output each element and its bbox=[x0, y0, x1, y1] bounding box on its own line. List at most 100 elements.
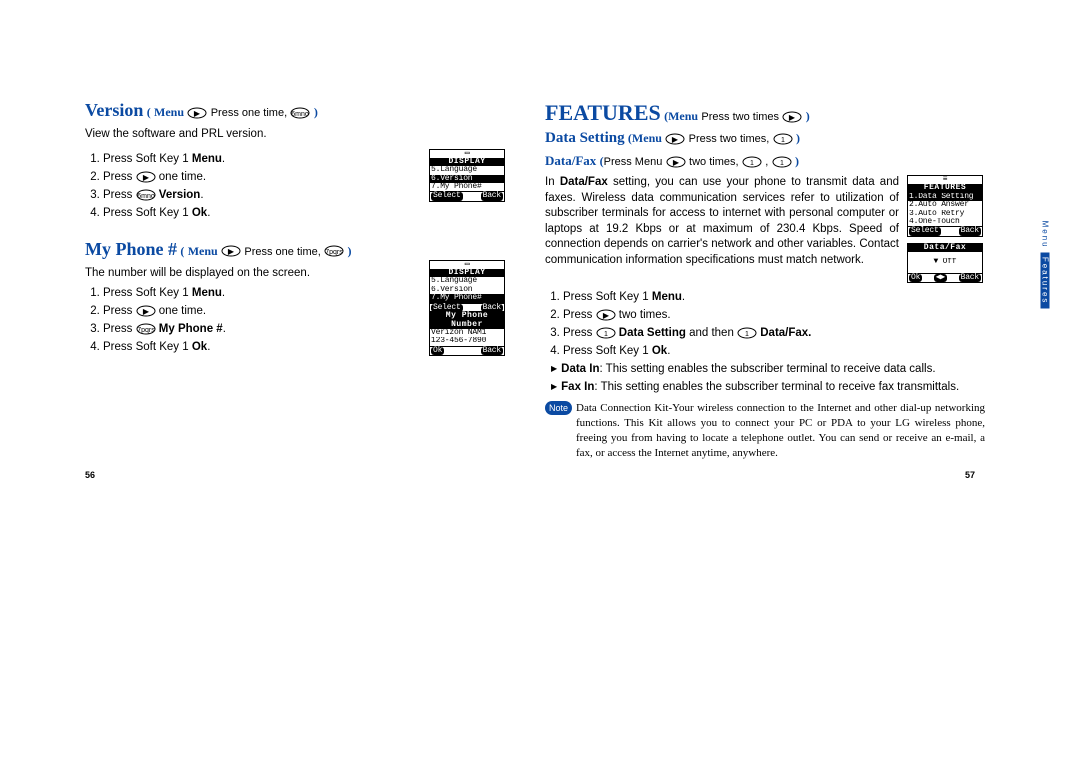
heading-features: FEATURES bbox=[545, 100, 661, 125]
step: Press Soft Key 1 Menu. bbox=[563, 291, 985, 303]
step: Press ▶ two times. bbox=[563, 309, 985, 321]
svg-text:▶: ▶ bbox=[603, 311, 610, 320]
nav-right-icon: ▶ bbox=[221, 245, 241, 257]
svg-text:▶: ▶ bbox=[673, 158, 680, 167]
features-heading-line: FEATURES (Menu Press two times ▶ ) bbox=[545, 100, 985, 126]
version-desc: View the software and PRL version. bbox=[85, 127, 505, 143]
screen-row: 2.Auto Answer bbox=[908, 201, 982, 209]
nav-right-icon: ▶ bbox=[666, 156, 686, 168]
nav-right-icon: ▶ bbox=[596, 309, 616, 321]
svg-text:1: 1 bbox=[781, 137, 785, 144]
svg-text:▶: ▶ bbox=[143, 173, 150, 182]
screen-row: 3.Auto Retry bbox=[908, 210, 982, 218]
softkey-left: Ok bbox=[909, 274, 922, 282]
svg-text:1: 1 bbox=[780, 160, 784, 167]
key-7-icon: 7pqrs bbox=[324, 245, 344, 257]
nav-menu-label: Menu bbox=[154, 105, 184, 119]
screen-version: ▭ DISPLAY 5.Language 6.Version 7.My Phon… bbox=[429, 149, 505, 202]
svg-text:1: 1 bbox=[745, 331, 749, 338]
svg-text:▶: ▶ bbox=[143, 307, 150, 316]
screen-row: 6.Version bbox=[430, 175, 504, 183]
softkey-right: Back bbox=[959, 227, 981, 235]
softkey-left: Select bbox=[431, 192, 463, 200]
svg-text:▶: ▶ bbox=[228, 247, 235, 256]
screen-value: ▼ Off bbox=[908, 258, 982, 266]
screen-row: 4.One-Touch bbox=[908, 218, 982, 226]
nav-right-icon: ▶ bbox=[782, 111, 802, 123]
key-7-icon: 7pqrs bbox=[136, 323, 156, 335]
svg-text:1: 1 bbox=[604, 331, 608, 338]
screen-row: 6.Version bbox=[430, 286, 504, 294]
screen-row: 1.Data Setting bbox=[908, 193, 982, 201]
screen-features: ≡ FEATURES 1.Data Setting 2.Auto Answer … bbox=[907, 175, 983, 237]
heading-datafax: Data/Fax bbox=[545, 153, 596, 168]
page-number: 56 bbox=[85, 470, 95, 480]
screen-row: Verizon NAM1 bbox=[430, 329, 504, 337]
key-1-icon: 1 bbox=[737, 327, 757, 339]
nav-right-icon: ▶ bbox=[187, 107, 207, 119]
softkey-right: Back bbox=[481, 347, 503, 355]
heading-version: Version bbox=[85, 100, 143, 120]
svg-text:7pqrs: 7pqrs bbox=[137, 327, 155, 334]
svg-text:7pqrs: 7pqrs bbox=[325, 249, 343, 256]
screen-title: DISPLAY bbox=[430, 158, 504, 166]
screen-title: DISPLAY bbox=[430, 269, 504, 277]
tab-pre: Menu bbox=[1041, 221, 1050, 249]
svg-text:▶: ▶ bbox=[789, 113, 796, 122]
key-1-icon: 1 bbox=[742, 156, 762, 168]
softkey-left: Ok bbox=[431, 347, 444, 355]
heading-data-setting: Data Setting bbox=[545, 130, 625, 146]
key-6-icon: 6mno bbox=[136, 189, 156, 201]
nav-right-icon: ▶ bbox=[665, 133, 685, 145]
nav-action-text: Press one time, bbox=[244, 246, 320, 258]
screen-title: My Phone Number bbox=[430, 312, 504, 329]
key-1-icon: 1 bbox=[772, 156, 792, 168]
svg-text:6mno: 6mno bbox=[137, 193, 155, 200]
screen-row: 7.My Phone# bbox=[430, 294, 504, 302]
nav-action-text: Press two times bbox=[701, 111, 779, 123]
nav-menu-label: Menu bbox=[632, 131, 662, 145]
section-myphone: My Phone # ( Menu ▶ Press one time, 7pqr… bbox=[85, 239, 505, 260]
page-57: FEATURES (Menu Press two times ▶ ) Data … bbox=[535, 100, 985, 460]
nav-open-paren: ( bbox=[147, 105, 151, 119]
key-6-icon: 6mno bbox=[290, 107, 310, 119]
note-block: Note Data Connection Kit-Your wireless c… bbox=[545, 401, 985, 460]
page-number: 57 bbox=[965, 470, 975, 480]
nav-menu-label: Menu bbox=[188, 244, 218, 258]
side-tab: Menu Features bbox=[1041, 220, 1050, 310]
step: Press Soft Key 1 Ok. bbox=[103, 207, 505, 219]
datafax-heading-line: Data/Fax (Press Menu ▶ two times, 1 , 1 … bbox=[545, 153, 985, 169]
step: Press 1 Data Setting and then 1 Data/Fax… bbox=[563, 327, 985, 339]
screen-row: 123-456-7890 bbox=[430, 337, 504, 345]
nav-menu-label: Menu bbox=[668, 109, 698, 123]
svg-text:▶: ▶ bbox=[672, 135, 679, 144]
softkey-right: Back bbox=[481, 192, 503, 200]
step: Press Soft Key 1 Ok. bbox=[563, 345, 985, 357]
screen-title: Data/Fax bbox=[908, 244, 982, 252]
nav-action-text: Press one time, bbox=[211, 107, 287, 119]
screen-myphone-2: My Phone Number Verizon NAM1 123-456-789… bbox=[429, 311, 505, 356]
softkey-left: Select bbox=[909, 227, 941, 235]
heading-myphone: My Phone # bbox=[85, 239, 177, 259]
datafax-steps: Press Soft Key 1 Menu. Press ▶ two times… bbox=[545, 291, 985, 357]
key-1-icon: 1 bbox=[596, 327, 616, 339]
nav-action-text: Press two times, bbox=[689, 133, 770, 145]
nav-right-icon: ▶ bbox=[136, 305, 156, 317]
key-1-icon: 1 bbox=[773, 133, 793, 145]
screen-row: 5.Language bbox=[430, 166, 504, 174]
svg-text:6mno: 6mno bbox=[292, 111, 310, 118]
page-56: Version ( Menu ▶ Press one time, 6mno ) … bbox=[85, 100, 535, 460]
item-fax-in: Fax In: This setting enables the subscri… bbox=[551, 381, 985, 393]
note-text: Data Connection Kit-Your wireless connec… bbox=[576, 401, 985, 460]
tab-highlight: Features bbox=[1041, 253, 1050, 309]
nav-right-icon: ▶ bbox=[136, 171, 156, 183]
note-label: Note bbox=[545, 401, 572, 415]
svg-text:1: 1 bbox=[750, 160, 754, 167]
nav-mid: two times, bbox=[689, 156, 739, 168]
screen-row: 7.My Phone# bbox=[430, 183, 504, 191]
screen-datafax: Data/Fax ▼ Off Ok◀▶Back bbox=[907, 243, 983, 283]
data-setting-heading-line: Data Setting (Menu ▶ Press two times, 1 … bbox=[545, 130, 985, 147]
screen-title: FEATURES bbox=[908, 184, 982, 192]
nav-close-paren: ) bbox=[314, 105, 318, 119]
screen-myphone-1: ▭ DISPLAY 5.Language 6.Version 7.My Phon… bbox=[429, 260, 505, 313]
